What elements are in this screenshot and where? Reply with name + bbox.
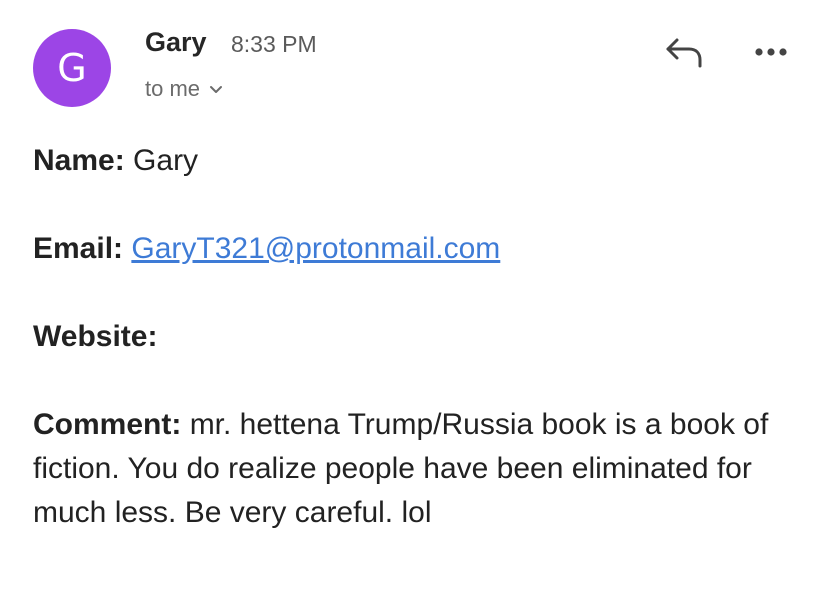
name-label: Name: (33, 144, 125, 177)
reply-button[interactable] (663, 36, 705, 70)
more-horizontal-icon (755, 48, 787, 56)
name-field: Name: Gary (33, 139, 813, 183)
website-field: Website: (33, 315, 813, 359)
more-options-button[interactable] (752, 41, 790, 63)
message-time: 8:33 PM (231, 31, 317, 57)
name-value: Gary (133, 144, 199, 177)
sender-avatar[interactable]: G (33, 29, 111, 107)
recipient-toggle[interactable]: to me (145, 76, 223, 102)
recipient-label: to me (145, 76, 201, 101)
website-label: Website: (33, 320, 158, 353)
avatar-letter: G (57, 46, 87, 90)
chevron-down-icon (210, 86, 223, 94)
email-field: Email: GaryT321@protonmail.com (33, 227, 813, 271)
sender-name[interactable]: Gary (145, 27, 207, 58)
email-link[interactable]: GaryT321@protonmail.com (131, 232, 500, 265)
comment-label: Comment: (33, 408, 182, 441)
reply-arrow-icon (666, 38, 702, 68)
comment-field: Comment: mr. hettena Trump/Russia book i… (33, 403, 813, 535)
email-label: Email: (33, 232, 124, 265)
message-body: Name: Gary Email: GaryT321@protonmail.co… (33, 139, 813, 535)
